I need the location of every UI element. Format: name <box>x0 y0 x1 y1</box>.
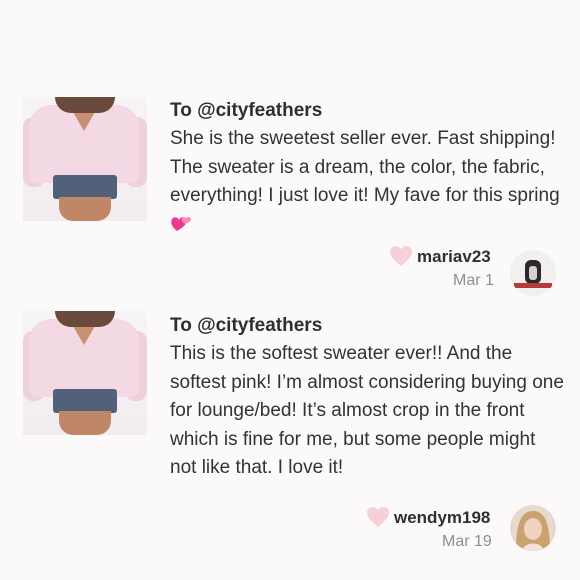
heart-icon[interactable] <box>366 506 390 528</box>
reviewer-avatar[interactable] <box>510 505 556 551</box>
review-recipient: To @cityfeathers <box>170 315 323 336</box>
reviewer-username[interactable]: wendym198 <box>394 508 490 528</box>
review-date: Mar 19 <box>442 533 492 550</box>
review-card: To @cityfeathers This is the softest swe… <box>0 0 580 580</box>
product-thumbnail[interactable] <box>23 311 147 435</box>
review-text: This is the softest sweater ever!! And t… <box>170 340 565 483</box>
review-text-content: This is the softest sweater ever!! And t… <box>170 343 564 478</box>
